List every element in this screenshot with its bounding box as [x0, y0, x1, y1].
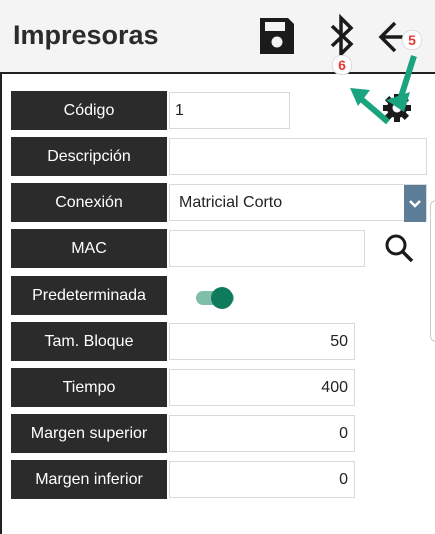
codigo-label: Código	[11, 91, 167, 130]
margen-inferior-input[interactable]: 0	[169, 461, 355, 498]
annotation-badge-6: 6	[332, 55, 352, 75]
conexion-select[interactable]: Matricial Corto	[169, 184, 427, 222]
save-icon[interactable]	[257, 15, 297, 57]
annotation-badge-5: 5	[402, 30, 422, 50]
codigo-input[interactable]: 1	[169, 92, 290, 129]
margen-inferior-label: Margen inferior	[11, 460, 167, 499]
search-icon[interactable]	[383, 232, 415, 264]
conexion-selected-value: Matricial Corto	[179, 193, 283, 211]
page-title: Impresoras	[13, 20, 159, 50]
app-header: Impresoras	[0, 0, 435, 74]
predeterminada-label: Predeterminada	[11, 276, 167, 315]
mac-input[interactable]	[169, 230, 365, 267]
tiempo-label: Tiempo	[11, 368, 167, 407]
margen-superior-label: Margen superior	[11, 414, 167, 453]
conexion-label: Conexión	[11, 183, 167, 222]
tiempo-input[interactable]: 400	[169, 369, 355, 406]
toggle-knob[interactable]	[211, 287, 233, 309]
side-panel-edge	[430, 200, 435, 342]
gear-icon[interactable]	[381, 92, 413, 124]
margen-superior-input[interactable]: 0	[169, 415, 355, 452]
chevron-down-icon[interactable]	[404, 185, 426, 222]
left-border	[0, 72, 2, 534]
mac-label: MAC	[11, 229, 167, 268]
descripcion-input[interactable]	[169, 138, 427, 175]
bluetooth-icon[interactable]	[327, 12, 357, 60]
descripcion-label: Descripción	[11, 137, 167, 176]
tam-bloque-label: Tam. Bloque	[11, 322, 167, 361]
tam-bloque-input[interactable]: 50	[169, 323, 355, 360]
